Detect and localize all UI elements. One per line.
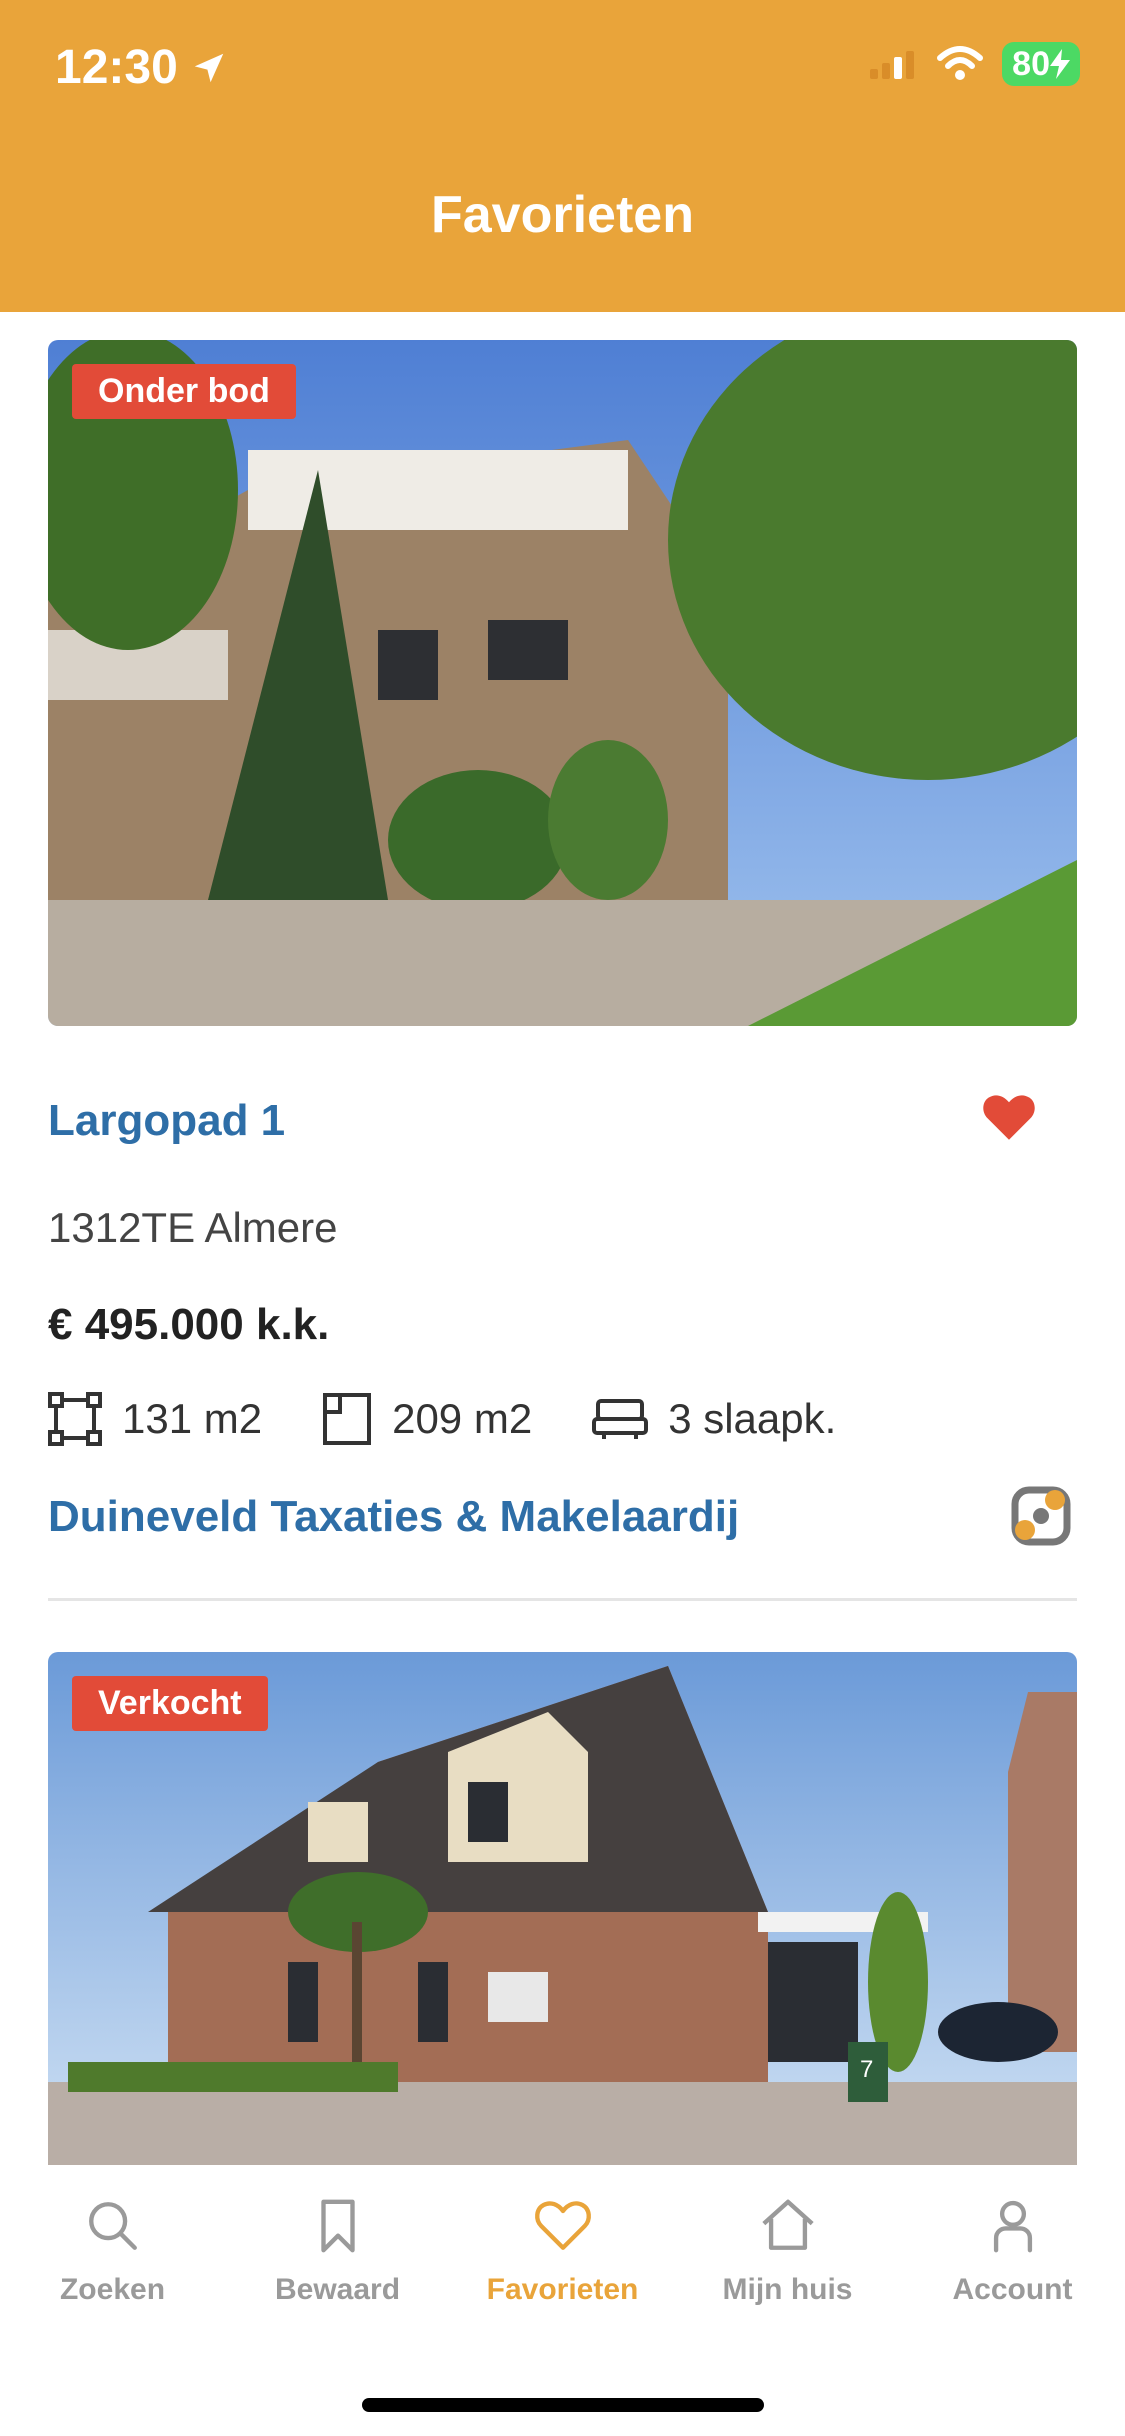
living-area-value: 131 m2 xyxy=(122,1395,263,1442)
feature-bedrooms: 3 slaapk. xyxy=(592,1395,836,1443)
heart-icon[interactable] xyxy=(981,1092,1037,1142)
bookmark-icon xyxy=(320,2199,355,2253)
status-badge: Verkocht xyxy=(72,1676,268,1731)
bedrooms-value: 3 slaapk. xyxy=(668,1395,837,1442)
tab-mijn-huis[interactable]: Mijn huis xyxy=(675,2165,900,2436)
wifi-icon xyxy=(937,46,984,80)
bed-icon xyxy=(592,1399,649,1439)
location-arrow-icon xyxy=(194,53,224,82)
search-icon xyxy=(88,2202,137,2250)
tab-label: Account xyxy=(952,2273,1073,2306)
charging-bolt-icon xyxy=(1050,49,1070,79)
agent-logo-icon xyxy=(1011,1486,1071,1546)
tab-zoeken[interactable]: Zoeken xyxy=(0,2165,225,2436)
favorites-list[interactable]: Onder bod Largopad 1 1312TE Almere € 495… xyxy=(0,312,1125,2165)
listing-features: 131 m2 209 m2 3 slaapk. xyxy=(48,1392,836,1446)
listing-card[interactable]: Onder bod Largopad 1 1312TE Almere € 495… xyxy=(0,312,1125,1602)
app-root: 12:30 80 Favorieten Onder bod Largopad 1… xyxy=(0,0,1125,2436)
tab-favorieten[interactable]: Favorieten xyxy=(450,2165,675,2436)
house-photo-image xyxy=(48,340,1077,1026)
feature-plot-area: 209 m2 xyxy=(322,1392,532,1446)
listing-price: € 495.000 k.k. xyxy=(48,1300,330,1349)
listing-card[interactable]: 7 Verkocht xyxy=(0,1602,1125,2165)
tab-label: Favorieten xyxy=(486,2273,639,2306)
plot-area-icon xyxy=(323,1393,372,1445)
cellular-signal-icon xyxy=(870,51,915,79)
status-right: 80 xyxy=(868,42,1080,86)
home-indicator xyxy=(362,2398,764,2412)
listing-photo[interactable]: 7 Verkocht xyxy=(48,1652,1077,2165)
heart-icon xyxy=(534,2201,591,2250)
feature-living-area: 131 m2 xyxy=(48,1392,262,1446)
status-time: 12:30 xyxy=(55,40,228,95)
tab-label: Zoeken xyxy=(59,2273,166,2306)
listing-photo[interactable]: Onder bod xyxy=(48,340,1077,1026)
top-bar: 12:30 80 Favorieten xyxy=(0,0,1125,312)
tab-label: Bewaard xyxy=(274,2273,401,2306)
agent-name[interactable]: Duineveld Taxaties & Makelaardij xyxy=(48,1492,739,1542)
living-area-icon xyxy=(48,1392,102,1446)
status-badge: Onder bod xyxy=(72,364,296,419)
battery-indicator: 80 xyxy=(1002,42,1080,86)
mailbox-number: 7 xyxy=(860,2056,873,2083)
plot-area-value: 209 m2 xyxy=(392,1395,533,1442)
person-icon xyxy=(993,2200,1032,2253)
tab-bewaard[interactable]: Bewaard xyxy=(225,2165,450,2436)
status-time-text: 12:30 xyxy=(55,41,178,94)
listing-title[interactable]: Largopad 1 xyxy=(48,1096,285,1146)
divider xyxy=(48,1598,1077,1601)
page-title: Favorieten xyxy=(431,186,694,244)
tab-bar: Zoeken Bewaard Favorieten Mijn huis Acco… xyxy=(0,2165,1125,2436)
listing-city: 1312TE Almere xyxy=(48,1204,338,1251)
tab-label: Mijn huis xyxy=(722,2273,853,2306)
house-icon xyxy=(761,2199,814,2250)
battery-level: 80 xyxy=(1012,44,1050,83)
tab-account[interactable]: Account xyxy=(900,2165,1125,2436)
